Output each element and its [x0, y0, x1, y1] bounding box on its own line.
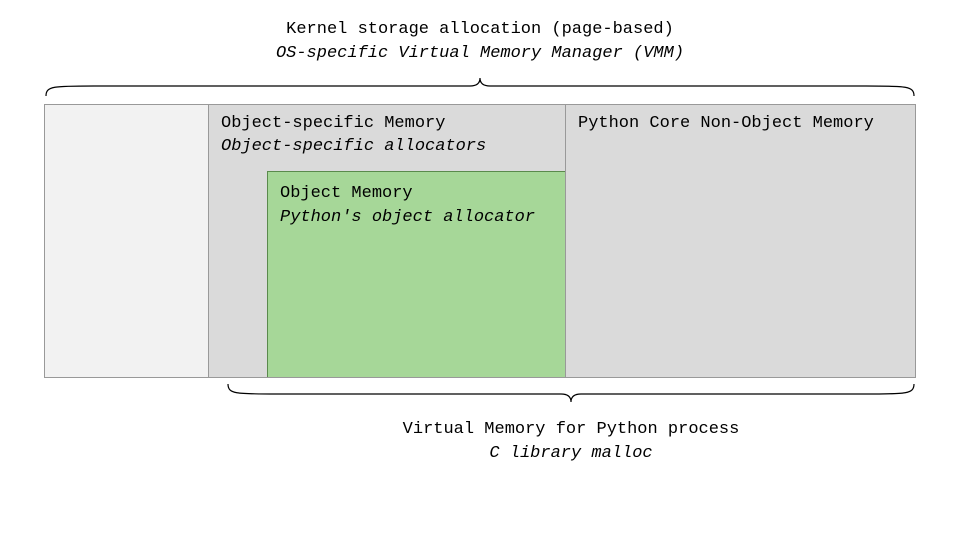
memory-diagram-container: Object-specific Memory Object-specific a… — [44, 104, 916, 378]
top-label-line1: Kernel storage allocation (page-based) — [44, 18, 916, 42]
object-specific-line1: Object-specific Memory — [221, 113, 553, 136]
bottom-label-line1: Virtual Memory for Python process — [226, 418, 916, 442]
object-memory-line1: Object Memory — [280, 182, 553, 206]
top-label-line2: OS-specific Virtual Memory Manager (VMM) — [44, 42, 916, 66]
top-label-block: Kernel storage allocation (page-based) O… — [44, 18, 916, 66]
column-leftmost-empty — [45, 105, 209, 377]
top-curly-brace — [44, 76, 916, 98]
bottom-label-block: Virtual Memory for Python process C libr… — [226, 418, 916, 466]
python-core-line1: Python Core Non-Object Memory — [578, 113, 903, 136]
object-memory-line2: Python's object allocator — [280, 206, 553, 230]
object-specific-line2: Object-specific allocators — [221, 136, 553, 159]
column-python-core: Python Core Non-Object Memory — [565, 105, 915, 377]
object-specific-header: Object-specific Memory Object-specific a… — [209, 105, 565, 165]
object-memory-box: Object Memory Python's object allocator — [267, 171, 565, 377]
bottom-label-line2: C library malloc — [226, 442, 916, 466]
column-object-specific: Object-specific Memory Object-specific a… — [209, 105, 565, 377]
bottom-curly-brace — [226, 382, 916, 404]
